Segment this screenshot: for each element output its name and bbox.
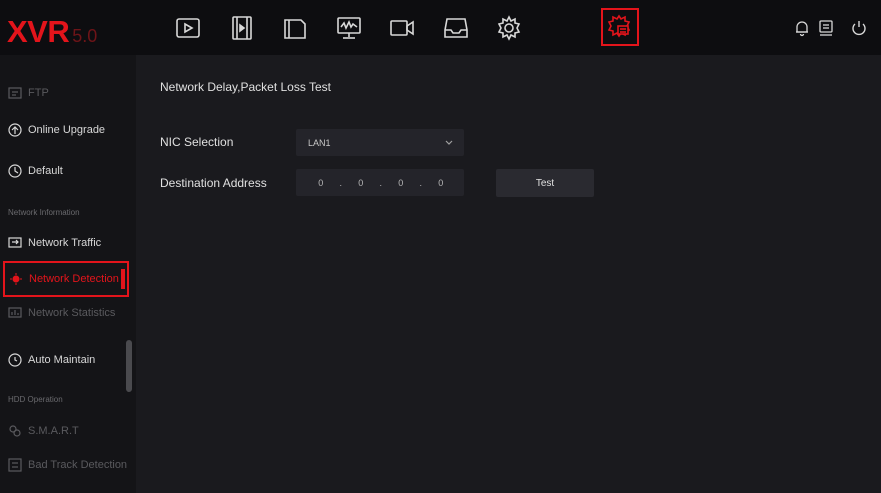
logo-version: 5.0 (72, 26, 98, 46)
power-icon[interactable] (849, 18, 869, 38)
ip-octet-3[interactable]: 0 (391, 178, 411, 188)
folder-icon[interactable] (278, 11, 312, 45)
camera-icon[interactable] (385, 11, 419, 45)
auto-maintain-icon (8, 353, 22, 367)
page-title: Network Delay,Packet Loss Test (160, 80, 331, 94)
sidebar-item-online-upgrade[interactable]: Online Upgrade (0, 114, 128, 146)
destination-address-input[interactable]: 0 . 0 . 0 . 0 (296, 169, 464, 196)
bad-track-icon (8, 458, 22, 472)
bell-icon[interactable] (792, 18, 812, 38)
test-button[interactable]: Test (496, 169, 594, 197)
nic-selection-label: NIC Selection (160, 135, 234, 149)
sidebar-item-default[interactable]: Default (0, 155, 128, 187)
main-panel: Network Delay,Packet Loss Test NIC Selec… (136, 55, 881, 493)
system-settings-icon[interactable] (601, 8, 639, 46)
gear-icon[interactable] (492, 11, 526, 45)
sidebar-item-label: Bad Track Detection (28, 459, 128, 471)
upgrade-icon (8, 123, 22, 137)
nic-selection-select[interactable]: LAN1 (296, 129, 464, 156)
sidebar-item-label: Default (28, 165, 63, 177)
section-header-hdd-operation: HDD Operation (8, 395, 63, 404)
display-icon[interactable] (816, 18, 836, 38)
sidebar-item-label: Network Detection (29, 273, 119, 285)
sidebar-item-network-traffic[interactable]: Network Traffic (0, 227, 128, 259)
sidebar-item-label: Online Upgrade (28, 124, 106, 136)
logo-text: XVR (7, 14, 70, 49)
ip-dot: . (339, 177, 343, 188)
section-header-network-information: Network Information (8, 208, 80, 217)
ip-octet-1[interactable]: 0 (311, 178, 331, 188)
sidebar: FTP Online Upgrade Default Network Infor… (0, 55, 136, 493)
monitor-signal-icon[interactable] (332, 11, 366, 45)
sidebar-item-bad-track-detection[interactable]: Bad Track Detection (0, 449, 128, 481)
ip-octet-2[interactable]: 0 (351, 178, 371, 188)
destination-address-label: Destination Address (160, 176, 267, 190)
ip-dot: . (419, 177, 423, 188)
ftp-icon (8, 86, 22, 100)
default-icon (8, 164, 22, 178)
sidebar-item-label: Auto Maintain (28, 354, 96, 366)
sidebar-item-label: FTP (28, 87, 49, 99)
ip-dot: . (379, 177, 383, 188)
sidebar-item-smart[interactable]: S.M.A.R.T (0, 415, 128, 447)
network-detection-icon (9, 272, 23, 286)
storage-tray-icon[interactable] (439, 11, 473, 45)
sidebar-item-label: S.M.A.R.T (28, 425, 79, 437)
ip-octet-4[interactable]: 0 (431, 178, 451, 188)
play-icon[interactable] (171, 11, 205, 45)
sidebar-item-ftp[interactable]: FTP (0, 77, 128, 109)
top-bar: XVR 5.0 (0, 0, 881, 55)
sidebar-scrollbar[interactable] (126, 340, 132, 392)
sidebar-item-auto-maintain[interactable]: Auto Maintain (0, 344, 128, 376)
network-statistics-icon (8, 306, 22, 320)
playback-film-icon[interactable] (225, 11, 259, 45)
network-traffic-icon (8, 236, 22, 250)
smart-icon (8, 424, 22, 438)
chevron-down-icon (445, 140, 453, 145)
logo: XVR 5.0 (7, 14, 98, 49)
sidebar-item-label: Network Traffic (28, 237, 102, 249)
sidebar-item-label: Network Statistics (28, 307, 116, 319)
sidebar-item-network-detection[interactable]: Network Detection (3, 261, 129, 297)
nic-selection-value: LAN1 (308, 137, 331, 148)
sidebar-item-network-statistics[interactable]: Network Statistics (0, 297, 128, 329)
